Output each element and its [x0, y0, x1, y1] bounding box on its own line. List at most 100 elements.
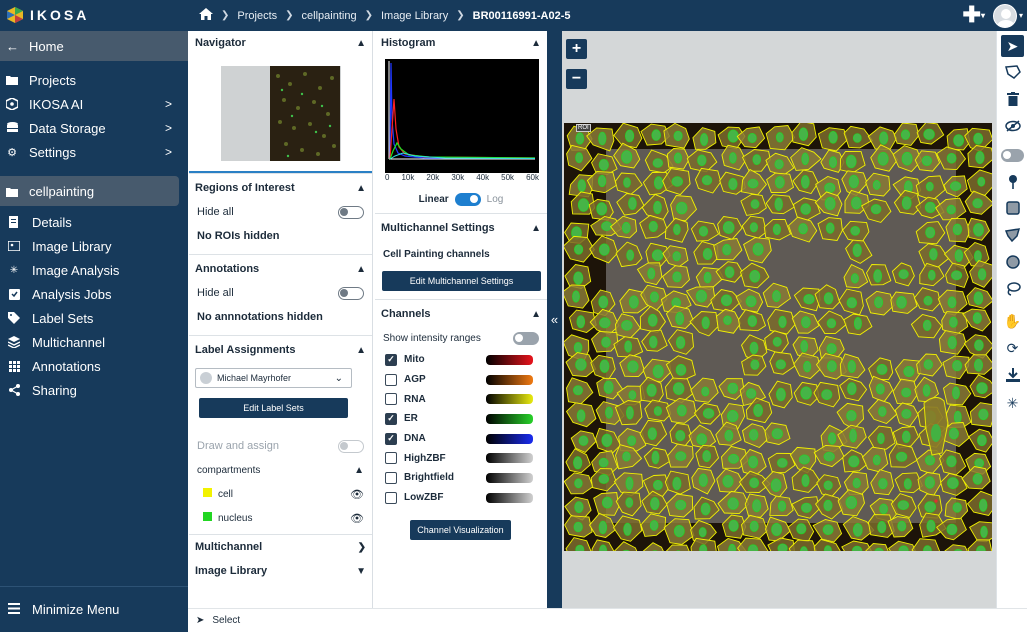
draw-assign-toggle[interactable] [338, 439, 364, 453]
nucleus-outline[interactable] [774, 159, 784, 170]
nucleus-outline[interactable] [951, 270, 963, 281]
ellipse-tool-button[interactable] [1001, 252, 1024, 274]
sidebar-item-analysis-jobs[interactable]: Analysis Jobs [0, 282, 188, 306]
nucleus-outline[interactable] [623, 177, 631, 188]
nucleus-outline[interactable] [648, 221, 658, 233]
nucleus-outline[interactable] [877, 432, 885, 445]
nucleus-outline[interactable] [878, 478, 888, 490]
nucleus-outline[interactable] [976, 434, 987, 447]
nucleus-outline[interactable] [574, 478, 583, 489]
nucleus-outline[interactable] [903, 366, 915, 378]
nucleus-outline[interactable] [695, 289, 707, 303]
channel-color-range[interactable] [486, 394, 533, 405]
nucleus-outline[interactable] [924, 476, 935, 489]
nucleus-outline[interactable] [771, 522, 782, 536]
nucleus-outline[interactable] [925, 181, 934, 192]
nucleus-outline[interactable] [575, 544, 585, 555]
nucleus-outline[interactable] [675, 363, 687, 376]
nucleus-outline[interactable] [728, 519, 739, 532]
nucleus-outline[interactable] [673, 223, 681, 236]
nucleus-outline[interactable] [823, 480, 833, 491]
nucleus-outline[interactable] [973, 250, 982, 263]
nucleus-outline[interactable] [672, 476, 682, 491]
nucleus-outline[interactable] [675, 336, 686, 349]
nucleus-outline[interactable] [850, 273, 859, 284]
nucleus-outline[interactable] [752, 154, 762, 165]
nucleus-outline[interactable] [796, 523, 807, 535]
nucleus-outline[interactable] [626, 249, 635, 261]
eye-icon[interactable]: 👁 [350, 512, 364, 525]
nucleus-outline[interactable] [979, 498, 988, 512]
nucleus-outline[interactable] [922, 319, 932, 331]
nucleus-outline[interactable] [972, 473, 983, 485]
nucleus-outline[interactable] [652, 158, 664, 168]
nucleus-outline[interactable] [800, 386, 812, 400]
nucleus-outline[interactable] [628, 197, 637, 210]
nucleus-outline[interactable] [848, 455, 860, 468]
nucleus-outline[interactable] [972, 312, 982, 324]
sidebar-item-projects[interactable]: Projects [0, 68, 188, 92]
label-row-nucleus[interactable]: nucleus 👁 [189, 506, 372, 530]
nucleus-outline[interactable] [901, 151, 913, 166]
nucleus-outline[interactable] [901, 408, 912, 419]
nucleus-outline[interactable] [651, 129, 661, 141]
channel-row-mito[interactable]: ✓ Mito [375, 350, 547, 370]
polygon-select-tool-button[interactable] [1001, 62, 1024, 84]
nucleus-outline[interactable] [872, 454, 881, 466]
histogram-plot[interactable] [385, 59, 539, 173]
annotation-toggle[interactable] [1001, 144, 1024, 166]
nucleus-outline[interactable] [727, 382, 739, 394]
channel-checkbox[interactable] [385, 452, 397, 465]
app-logo[interactable]: IKOSA [6, 6, 89, 24]
nucleus-outline[interactable] [923, 359, 933, 370]
home-icon[interactable] [199, 8, 213, 23]
nucleus-outline[interactable] [946, 204, 956, 215]
nucleus-outline[interactable] [774, 197, 783, 211]
channel-checkbox[interactable] [385, 471, 397, 484]
nucleus-outline[interactable] [722, 221, 735, 234]
collapse-panels-button[interactable]: « [547, 31, 562, 608]
nucleus-outline[interactable] [672, 382, 685, 395]
analysis-tool-button[interactable]: ✳ [1001, 392, 1024, 414]
nucleus-outline[interactable] [745, 295, 757, 308]
nucleus-outline[interactable] [576, 315, 586, 329]
project-selector[interactable]: cellpainting [0, 176, 179, 206]
nucleus-outline[interactable] [622, 451, 631, 462]
nucleus-outline[interactable] [877, 151, 889, 166]
roi-tag[interactable]: ROI [576, 124, 591, 132]
channel-color-range[interactable] [486, 492, 533, 503]
nucleus-outline[interactable] [929, 248, 938, 261]
nucleus-outline[interactable] [724, 429, 734, 442]
nucleus-outline[interactable] [775, 359, 787, 370]
nucleus-outline[interactable] [621, 222, 631, 234]
nucleus-outline[interactable] [798, 127, 809, 141]
microscopy-image[interactable] [562, 121, 996, 567]
nucleus-outline[interactable] [901, 430, 911, 443]
nucleus-outline[interactable] [700, 502, 711, 516]
nucleus-outline[interactable] [978, 408, 989, 421]
nucleus-outline[interactable] [749, 520, 759, 532]
multichannel-settings-header[interactable]: Multichannel Settings ▲ [375, 216, 547, 240]
nucleus-outline[interactable] [973, 223, 984, 237]
nucleus-outline[interactable] [903, 478, 912, 490]
nucleus-outline[interactable] [923, 295, 933, 306]
nucleus-outline[interactable] [601, 433, 613, 448]
user-dropdown[interactable]: Michael Mayrhofer ⌄ [195, 368, 352, 388]
nucleus-outline[interactable] [772, 336, 782, 347]
nucleus-outline[interactable] [950, 181, 962, 192]
lasso-tool-button[interactable] [1001, 279, 1024, 301]
nucleus-outline[interactable] [952, 223, 963, 236]
breadcrumb-image-library[interactable]: Image Library [381, 10, 448, 22]
channel-row-er[interactable]: ✓ ER [375, 409, 547, 429]
nucleus-outline[interactable] [798, 223, 808, 235]
nucleus-outline[interactable] [696, 433, 707, 446]
nucleus-outline[interactable] [573, 456, 583, 470]
nucleus-outline[interactable] [973, 291, 984, 305]
nucleus-outline[interactable] [845, 154, 857, 169]
nucleus-outline[interactable] [573, 385, 583, 396]
nucleus-outline[interactable] [749, 270, 761, 283]
image-library-header[interactable]: Image Library ▼ [189, 559, 372, 583]
nucleus-outline[interactable] [647, 267, 656, 280]
show-intensity-ranges-toggle[interactable] [513, 331, 539, 345]
sidebar-item-ikosa-ai[interactable]: IKOSA AI > [0, 92, 188, 116]
